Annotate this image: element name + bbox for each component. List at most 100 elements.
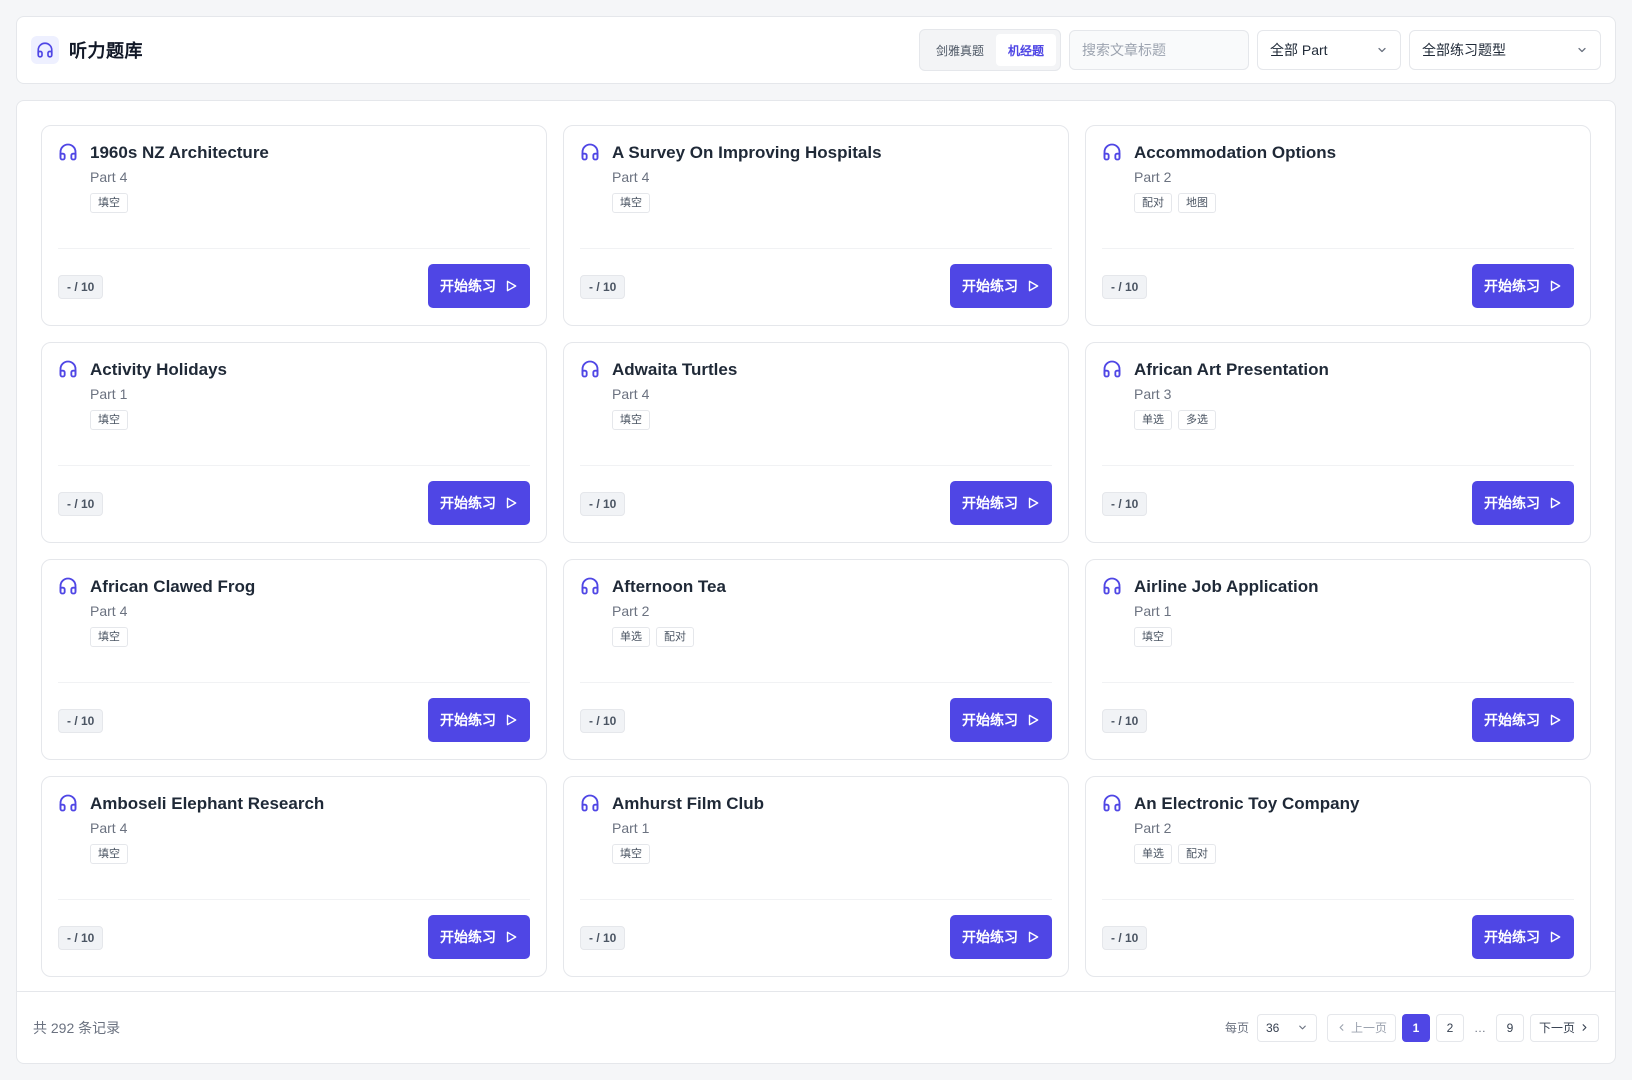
tag-list: 填空	[1134, 627, 1574, 647]
question-card[interactable]: Adwaita Turtles Part 4 填空 - / 10 开始练习	[563, 342, 1069, 543]
play-icon	[504, 279, 518, 293]
start-practice-button[interactable]: 开始练习	[950, 698, 1052, 742]
source-toggle: 剑雅真题 机经题	[918, 29, 1061, 71]
card-title[interactable]: 1960s NZ Architecture	[90, 142, 269, 164]
card-divider	[58, 899, 530, 900]
question-type-tag: 配对	[1134, 193, 1172, 213]
score-badge: - / 10	[1102, 709, 1148, 733]
tag-list: 填空	[612, 844, 1052, 864]
question-type-tag: 填空	[612, 410, 650, 430]
per-page-label: 每页	[1224, 1021, 1249, 1035]
question-card[interactable]: Accommodation Options Part 2 配对 地图 - / 10…	[1085, 125, 1591, 326]
next-page-button[interactable]: 下一页	[1529, 1013, 1599, 1042]
question-card[interactable]: An Electronic Toy Company Part 2 单选 配对 - …	[1085, 776, 1591, 977]
start-practice-button[interactable]: 开始练习	[428, 698, 530, 742]
question-card[interactable]: Amboseli Elephant Research Part 4 填空 - /…	[41, 776, 547, 977]
card-part: Part 1	[90, 386, 128, 402]
card-title[interactable]: Amhurst Film Club	[612, 793, 764, 815]
question-card[interactable]: African Clawed Frog Part 4 填空 - / 10 开始练…	[41, 559, 547, 760]
headphones-icon	[58, 359, 78, 379]
card-divider	[580, 248, 1052, 249]
start-practice-button[interactable]: 开始练习	[950, 481, 1052, 525]
search-input[interactable]	[1069, 30, 1249, 70]
card-title[interactable]: African Art Presentation	[1134, 359, 1329, 381]
question-card[interactable]: A Survey On Improving Hospitals Part 4 填…	[563, 125, 1069, 326]
start-practice-button[interactable]: 开始练习	[1472, 264, 1574, 308]
question-type-select[interactable]: 全部练习题型	[1409, 30, 1601, 70]
card-grid: 1960s NZ Architecture Part 4 填空 - / 10 开…	[41, 125, 1591, 977]
question-type-tag: 单选	[1134, 844, 1172, 864]
prev-label: 上一页	[1350, 1021, 1387, 1035]
question-card[interactable]: Activity Holidays Part 1 填空 - / 10 开始练习	[41, 342, 547, 543]
tag-list: 填空	[612, 193, 1052, 213]
play-icon	[504, 930, 518, 944]
start-practice-button[interactable]: 开始练习	[950, 915, 1052, 959]
score-badge: - / 10	[580, 275, 626, 299]
card-title[interactable]: African Clawed Frog	[90, 576, 255, 598]
question-type-tag: 填空	[612, 844, 650, 864]
question-card[interactable]: 1960s NZ Architecture Part 4 填空 - / 10 开…	[41, 125, 547, 326]
tag-list: 填空	[90, 193, 530, 213]
question-card[interactable]: Amhurst Film Club Part 1 填空 - / 10 开始练习	[563, 776, 1069, 977]
start-practice-button[interactable]: 开始练习	[1472, 481, 1574, 525]
card-divider	[58, 248, 530, 249]
question-type-tag: 填空	[90, 627, 128, 647]
question-type-tag: 多选	[1178, 410, 1216, 430]
chevron-down-icon	[1378, 47, 1386, 53]
start-practice-button[interactable]: 开始练习	[950, 264, 1052, 308]
card-divider	[580, 465, 1052, 466]
question-card[interactable]: Afternoon Tea Part 2 单选 配对 - / 10 开始练习	[563, 559, 1069, 760]
card-title[interactable]: Afternoon Tea	[612, 576, 726, 598]
card-divider	[58, 682, 530, 683]
prev-page-button[interactable]: 上一页	[1326, 1013, 1396, 1042]
headphones-icon	[31, 36, 59, 64]
tag-list: 单选 多选	[1134, 410, 1574, 430]
start-practice-label: 开始练习	[440, 495, 496, 511]
tab-machine-exam[interactable]: 机经题	[995, 34, 1056, 66]
card-title[interactable]: An Electronic Toy Company	[1134, 793, 1359, 815]
card-title[interactable]: A Survey On Improving Hospitals	[612, 142, 882, 164]
score-badge: - / 10	[580, 492, 626, 516]
card-title[interactable]: Amboseli Elephant Research	[90, 793, 324, 815]
card-title[interactable]: Activity Holidays	[90, 359, 227, 381]
per-page-value: 36	[1265, 1020, 1280, 1035]
score-badge: - / 10	[58, 926, 104, 950]
score-badge: - / 10	[580, 709, 626, 733]
headphones-icon	[580, 793, 600, 813]
next-label: 下一页	[1538, 1021, 1575, 1035]
question-type-tag: 单选	[1134, 410, 1172, 430]
pagination-bar: 共 292 条记录 每页 36 上一页 1 2 … 9 下一页	[17, 991, 1615, 1063]
chevron-down-icon	[1299, 1025, 1306, 1030]
card-title[interactable]: Adwaita Turtles	[612, 359, 737, 381]
page-button-1[interactable]: 1	[1401, 1013, 1430, 1042]
card-part: Part 2	[1134, 169, 1172, 185]
part-select[interactable]: 全部 Part	[1257, 30, 1401, 70]
card-title[interactable]: Airline Job Application	[1134, 576, 1319, 598]
play-icon	[504, 713, 518, 727]
start-practice-button[interactable]: 开始练习	[1472, 915, 1574, 959]
card-part: Part 4	[612, 169, 650, 185]
score-badge: - / 10	[58, 492, 104, 516]
headphones-icon	[580, 359, 600, 379]
start-practice-label: 开始练习	[962, 495, 1018, 511]
question-card[interactable]: African Art Presentation Part 3 单选 多选 - /…	[1085, 342, 1591, 543]
chevron-down-icon	[1578, 47, 1586, 53]
start-practice-button[interactable]: 开始练习	[1472, 698, 1574, 742]
start-practice-button[interactable]: 开始练习	[428, 481, 530, 525]
tag-list: 单选 配对	[1134, 844, 1574, 864]
play-icon	[1548, 496, 1562, 510]
play-icon	[504, 496, 518, 510]
card-title[interactable]: Accommodation Options	[1134, 142, 1336, 164]
start-practice-button[interactable]: 开始练习	[428, 264, 530, 308]
question-card[interactable]: Airline Job Application Part 1 填空 - / 10…	[1085, 559, 1591, 760]
total-count: 共 292 条记录	[33, 1019, 121, 1036]
tab-cambridge[interactable]: 剑雅真题	[924, 34, 996, 66]
page-button-2[interactable]: 2	[1435, 1013, 1464, 1042]
headphones-icon	[580, 576, 600, 596]
start-practice-button[interactable]: 开始练习	[428, 915, 530, 959]
card-part: Part 4	[90, 820, 128, 836]
per-page-select[interactable]: 36	[1256, 1013, 1317, 1042]
page-button-9[interactable]: 9	[1495, 1013, 1524, 1042]
pager: 每页 36 上一页 1 2 … 9 下一页	[1224, 1013, 1599, 1042]
content-panel: 1960s NZ Architecture Part 4 填空 - / 10 开…	[16, 100, 1616, 1064]
